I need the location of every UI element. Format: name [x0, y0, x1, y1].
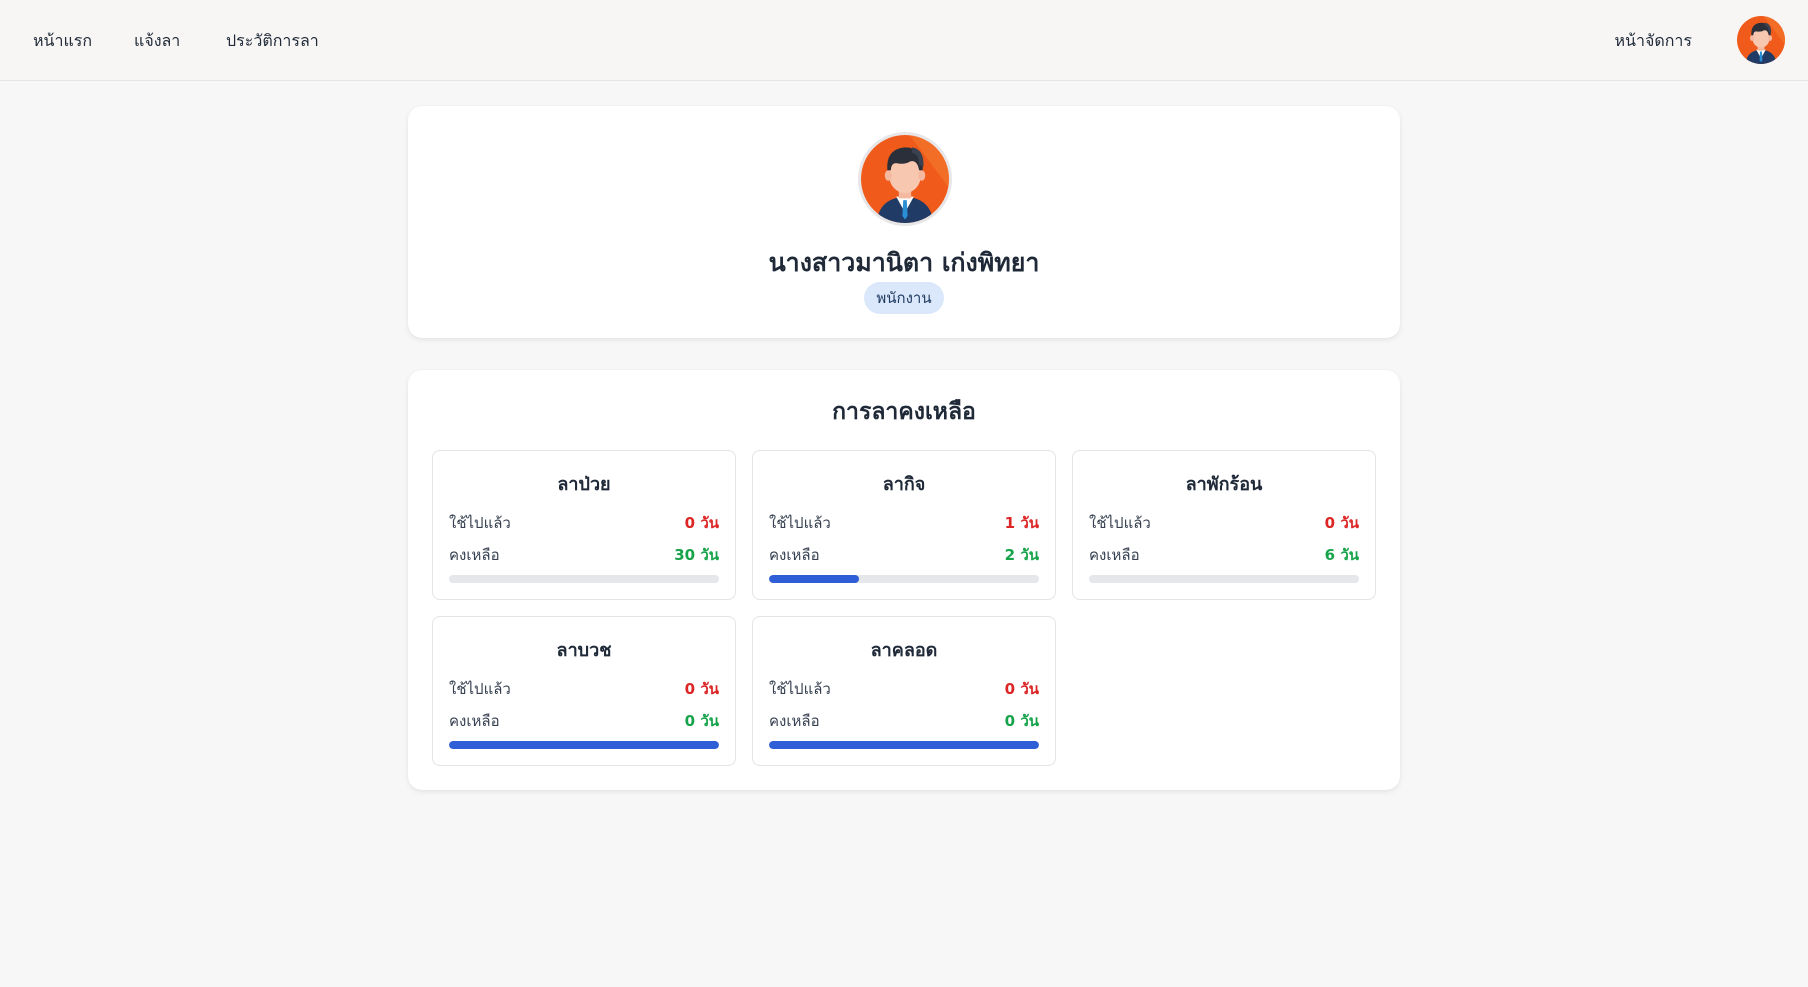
profile-card: นางสาวมานิตา เก่งพิทยา พนักงาน — [408, 106, 1400, 338]
remaining-row: คงเหลือ 2 วัน — [769, 543, 1039, 565]
progress-bar — [449, 575, 719, 583]
remaining-row: คงเหลือ 0 วัน — [449, 709, 719, 731]
remaining-label: คงเหลือ — [769, 712, 820, 730]
used-row: ใช้ไปแล้ว 0 วัน — [449, 511, 719, 533]
nav-leave-history-link[interactable]: ประวัติการลา — [226, 29, 319, 54]
used-value: 0 วัน — [1324, 514, 1359, 532]
profile-name: นางสาวมานิตา เก่งพิทยา — [768, 248, 1040, 277]
leave-item-personal: ลากิจ ใช้ไปแล้ว 1 วัน คงเหลือ 2 วัน — [752, 450, 1056, 600]
progress-bar — [769, 741, 1039, 749]
leave-balance-card: การลาคงเหลือ ลาป่วย ใช้ไปแล้ว 0 วัน คงเห… — [408, 370, 1400, 790]
progress-fill — [449, 741, 719, 749]
leave-type-title: ลาคลอด — [870, 640, 938, 661]
remaining-row: คงเหลือ 6 วัน — [1089, 543, 1359, 565]
leave-item-sick: ลาป่วย ใช้ไปแล้ว 0 วัน คงเหลือ 30 วัน — [432, 450, 736, 600]
user-avatar-icon[interactable] — [1737, 16, 1785, 64]
remaining-value: 30 วัน — [674, 546, 719, 564]
top-navbar: หน้าแรก แจ้งลา ประวัติการลา หน้าจัดการ — [0, 0, 1808, 81]
progress-fill — [769, 575, 859, 583]
remaining-row: คงเหลือ 30 วัน — [449, 543, 719, 565]
used-label: ใช้ไปแล้ว — [769, 514, 831, 532]
leave-item-maternity: ลาคลอด ใช้ไปแล้ว 0 วัน คงเหลือ 0 วัน — [752, 616, 1056, 766]
leave-item-ordination: ลาบวช ใช้ไปแล้ว 0 วัน คงเหลือ 0 วัน — [432, 616, 736, 766]
leave-item-vacation: ลาพักร้อน ใช้ไปแล้ว 0 วัน คงเหลือ 6 วัน — [1072, 450, 1376, 600]
used-row: ใช้ไปแล้ว 0 วัน — [449, 677, 719, 699]
profile-avatar-icon — [858, 132, 952, 226]
used-value: 0 วัน — [684, 514, 719, 532]
remaining-label: คงเหลือ — [769, 546, 820, 564]
nav-home-link[interactable]: หน้าแรก — [33, 29, 92, 54]
used-label: ใช้ไปแล้ว — [1089, 514, 1151, 532]
used-value: 0 วัน — [684, 680, 719, 698]
used-label: ใช้ไปแล้ว — [449, 680, 511, 698]
leave-type-title: ลากิจ — [882, 474, 926, 495]
remaining-label: คงเหลือ — [449, 546, 500, 564]
remaining-value: 2 วัน — [1004, 546, 1039, 564]
used-row: ใช้ไปแล้ว 0 วัน — [769, 677, 1039, 699]
used-label: ใช้ไปแล้ว — [769, 680, 831, 698]
progress-bar — [1089, 575, 1359, 583]
used-value: 1 วัน — [1004, 514, 1039, 532]
nav-admin-link[interactable]: หน้าจัดการ — [1615, 29, 1693, 54]
leave-type-title: ลาป่วย — [557, 474, 611, 495]
used-row: ใช้ไปแล้ว 1 วัน — [769, 511, 1039, 533]
role-badge: พนักงาน — [864, 282, 944, 314]
remaining-value: 6 วัน — [1324, 546, 1359, 564]
progress-bar — [449, 741, 719, 749]
used-row: ใช้ไปแล้ว 0 วัน — [1089, 511, 1359, 533]
remaining-row: คงเหลือ 0 วัน — [769, 709, 1039, 731]
nav-leave-request-link[interactable]: แจ้งลา — [134, 29, 180, 54]
progress-fill — [769, 741, 1039, 749]
remaining-label: คงเหลือ — [449, 712, 500, 730]
used-value: 0 วัน — [1004, 680, 1039, 698]
remaining-value: 0 วัน — [1004, 712, 1039, 730]
remaining-value: 0 วัน — [684, 712, 719, 730]
used-label: ใช้ไปแล้ว — [449, 514, 511, 532]
progress-bar — [769, 575, 1039, 583]
leave-type-title: ลาพักร้อน — [1185, 474, 1263, 495]
leave-type-title: ลาบวช — [556, 640, 612, 661]
section-title: การลาคงเหลือ — [832, 399, 976, 425]
remaining-label: คงเหลือ — [1089, 546, 1140, 564]
